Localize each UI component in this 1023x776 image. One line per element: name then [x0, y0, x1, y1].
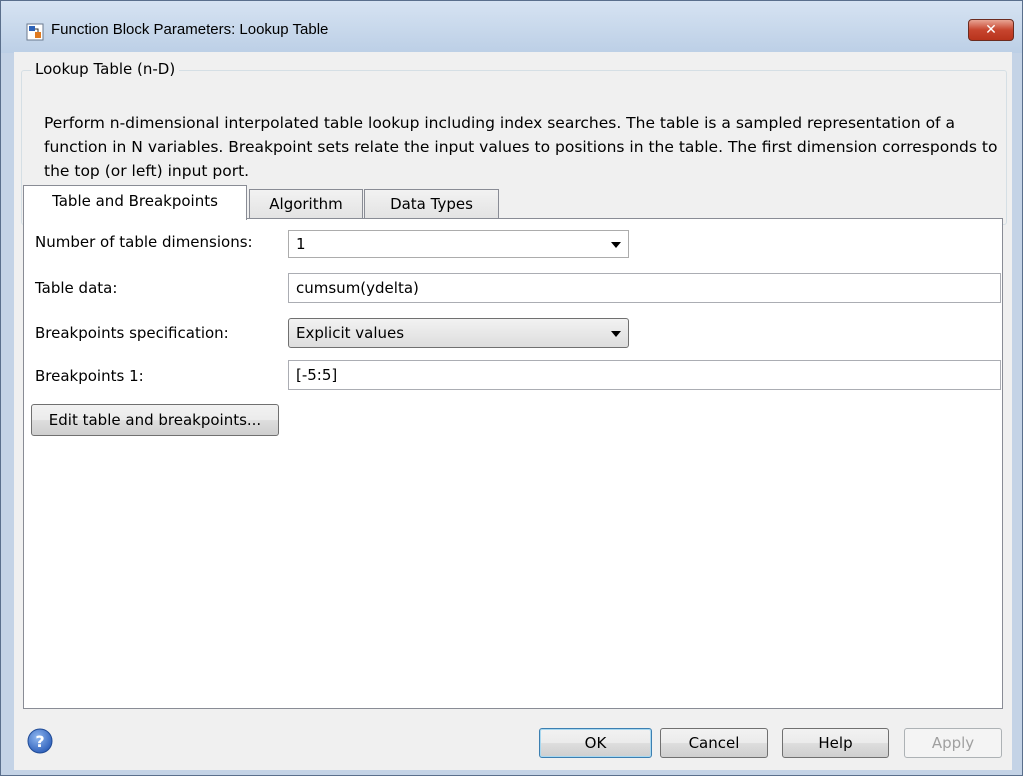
tab-bar: Table and Breakpoints Algorithm Data Typ… [23, 185, 1003, 220]
cancel-button[interactable]: Cancel [660, 728, 768, 758]
help-question-icon[interactable]: ? [27, 728, 53, 754]
tab-data-types[interactable]: Data Types [364, 189, 499, 218]
table-data-field[interactable]: cumsum(ydelta) [288, 273, 1001, 303]
dimensions-value: 1 [296, 235, 306, 253]
help-button[interactable]: Help [782, 728, 889, 758]
bp1-label: Breakpoints 1: [35, 367, 144, 385]
ok-button[interactable]: OK [539, 728, 652, 758]
dropdown-arrow-icon [611, 331, 621, 337]
simulink-block-icon [26, 23, 44, 41]
dimensions-label: Number of table dimensions: [35, 233, 253, 251]
bp-spec-value: Explicit values [296, 324, 405, 342]
tab-algorithm[interactable]: Algorithm [249, 189, 363, 218]
dialog-window: Function Block Parameters: Lookup Table … [0, 0, 1023, 776]
table-data-label: Table data: [35, 279, 118, 297]
dialog-client-area: Perform n-dimensional interpolated table… [14, 52, 1012, 770]
dropdown-arrow-icon [611, 242, 621, 248]
bp-spec-label: Breakpoints specification: [35, 324, 229, 342]
block-description: Perform n-dimensional interpolated table… [44, 114, 998, 180]
tab-table-and-breakpoints[interactable]: Table and Breakpoints [23, 185, 247, 220]
tab-panel: Number of table dimensions: 1 Table data… [23, 218, 1003, 709]
close-button[interactable]: ✕ [968, 19, 1014, 41]
dimensions-dropdown[interactable]: 1 [288, 230, 629, 258]
edit-table-button[interactable]: Edit table and breakpoints... [31, 404, 279, 436]
bp-spec-dropdown[interactable]: Explicit values [288, 318, 629, 348]
window-title: Function Block Parameters: Lookup Table [51, 21, 329, 38]
apply-button[interactable]: Apply [904, 728, 1002, 758]
bp1-field[interactable]: [-5:5] [288, 360, 1001, 390]
title-bar[interactable]: Function Block Parameters: Lookup Table … [1, 1, 1022, 53]
group-label: Lookup Table (n-D) [31, 60, 180, 78]
svg-text:?: ? [35, 732, 44, 751]
